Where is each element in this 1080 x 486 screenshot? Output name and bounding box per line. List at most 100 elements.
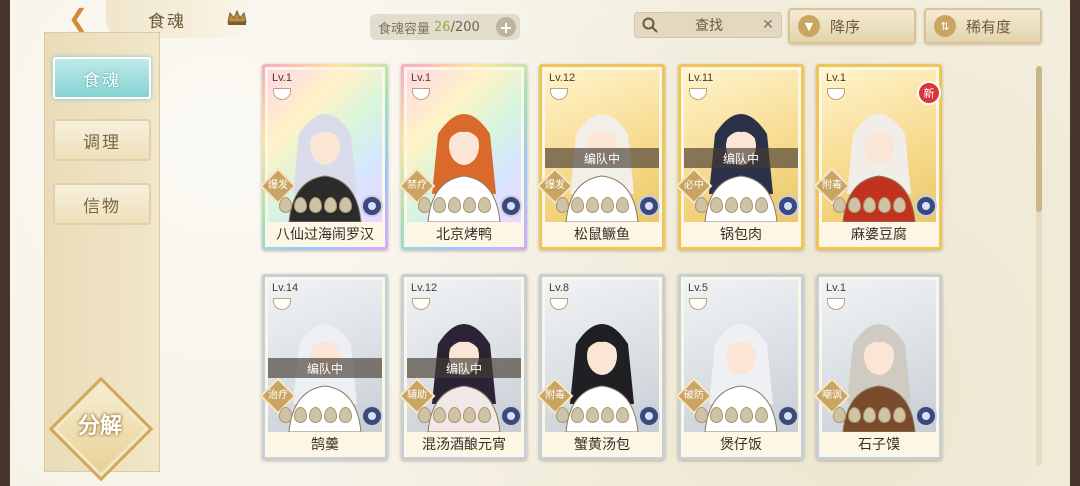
star-icon [478, 407, 491, 423]
decompose-label[interactable]: 分解 [50, 404, 150, 444]
star-icon [463, 407, 476, 423]
food-soul-name: 松鼠鳜鱼 [574, 227, 630, 243]
star-icon [833, 407, 846, 423]
star-rating [418, 407, 491, 423]
new-badge: 新 [917, 81, 941, 105]
flower-icon[interactable] [500, 405, 522, 427]
star-icon [695, 407, 708, 423]
star-icon [418, 197, 431, 213]
level-label: Lv.1 [826, 282, 846, 294]
star-icon [586, 197, 599, 213]
scrollbar-thumb[interactable] [1036, 66, 1042, 212]
game-screen: ❮ 食魂 食魂容量 26 /200 + 查找 ✕ ▼ 降序 ⇅ 稀有度 食魂 调… [0, 0, 1080, 486]
star-rating [695, 407, 768, 423]
food-soul-card[interactable]: Lv.1 禁疗 北京烤鸭 [398, 64, 527, 250]
in-team-tag: 编队中 [684, 148, 798, 168]
food-soul-card[interactable]: Lv.1 嘲讽 石子馍 [813, 274, 942, 460]
sidebar-item-recipes[interactable]: 调理 [53, 119, 151, 161]
capacity-label: 食魂容量 [378, 21, 431, 37]
flower-icon[interactable] [915, 405, 937, 427]
role-label: 辅助 [407, 390, 427, 401]
scrollbar[interactable] [1036, 66, 1042, 466]
star-icon [433, 407, 446, 423]
food-soul-card[interactable]: Lv.1 爆发八仙过海闹罗汉 [259, 64, 388, 250]
star-icon [695, 197, 708, 213]
flower-icon[interactable] [638, 195, 660, 217]
food-soul-card[interactable]: Lv.12 编队中 爆发 松鼠鳜鱼 [536, 64, 665, 250]
flower-icon[interactable] [777, 195, 799, 217]
food-soul-name: 石子馍 [858, 437, 900, 453]
role-label: 禁疗 [407, 180, 427, 191]
star-icon [571, 407, 584, 423]
flower-icon[interactable] [777, 405, 799, 427]
capacity-add-button[interactable]: + [496, 17, 516, 37]
food-soul-card[interactable]: Lv.8 附毒 蟹黄汤包 [536, 274, 665, 460]
level-label: Lv.11 [688, 72, 714, 84]
star-icon [279, 197, 292, 213]
close-icon[interactable]: ✕ [759, 17, 777, 33]
star-icon [339, 407, 352, 423]
in-team-tag: 编队中 [407, 358, 521, 378]
food-soul-card[interactable]: Lv.14 编队中 治疗 鹄羹 [259, 274, 388, 460]
food-soul-card[interactable]: Lv.11 编队中必中锅包肉 [675, 64, 804, 250]
sort-order-button[interactable]: ▼ 降序 [788, 8, 916, 44]
star-icon [893, 197, 906, 213]
star-icon [309, 197, 322, 213]
star-icon [848, 197, 861, 213]
capacity-max: /200 [450, 19, 480, 35]
level-label: Lv.14 [272, 282, 299, 294]
star-icon [616, 197, 629, 213]
star-icon [833, 197, 846, 213]
food-soul-name: 蟹黄汤包 [574, 437, 630, 453]
role-label: 必中 [684, 180, 704, 191]
star-icon [418, 407, 431, 423]
level-label: Lv.5 [688, 282, 708, 294]
flower-icon[interactable] [361, 195, 383, 217]
level-label: Lv.1 [272, 72, 292, 84]
star-icon [478, 197, 491, 213]
search-input[interactable]: 查找 ✕ [634, 12, 782, 38]
star-icon [740, 407, 753, 423]
role-label: 爆发 [545, 180, 565, 191]
level-label: Lv.8 [549, 282, 569, 294]
star-icon [601, 197, 614, 213]
food-soul-name: 锅包肉 [720, 227, 762, 243]
role-label: 爆发 [268, 180, 288, 191]
star-icon [309, 407, 322, 423]
food-soul-card[interactable]: Lv.12 编队中辅助混汤酒酿元宵 [398, 274, 527, 460]
flower-icon[interactable] [638, 405, 660, 427]
sidebar-item-tokens[interactable]: 信物 [53, 183, 151, 225]
star-icon [339, 197, 352, 213]
search-placeholder: 查找 [695, 18, 723, 34]
star-icon [863, 407, 876, 423]
flower-icon[interactable] [500, 195, 522, 217]
star-icon [294, 197, 307, 213]
in-team-tag: 编队中 [268, 358, 382, 378]
level-label: Lv.12 [411, 282, 438, 294]
sidebar-item-food-souls[interactable]: 食魂 [53, 57, 151, 99]
level-label: Lv.1 [411, 72, 431, 84]
food-soul-card[interactable]: Lv.5 破防 煲仔饭 [675, 274, 804, 460]
sort-by-button[interactable]: ⇅ 稀有度 [924, 8, 1042, 44]
food-soul-name: 八仙过海闹罗汉 [276, 227, 374, 243]
food-soul-name: 混汤酒酿元宵 [422, 437, 506, 453]
star-rating [279, 197, 352, 213]
level-label: Lv.1 [826, 72, 846, 84]
back-arrow-icon[interactable]: ❮ [58, 4, 98, 32]
star-icon [463, 197, 476, 213]
star-rating [556, 197, 629, 213]
star-icon [863, 197, 876, 213]
sidebar-item-label: 调理 [83, 132, 121, 153]
sort-order-label: 降序 [830, 17, 861, 36]
role-label: 治疗 [268, 390, 288, 401]
flower-icon[interactable] [361, 405, 383, 427]
food-soul-card[interactable]: Lv.1 新附毒 麻婆豆腐 [813, 64, 942, 250]
sort-arrows-icon: ⇅ [934, 15, 956, 37]
star-icon [710, 407, 723, 423]
sidebar-item-label: 食魂 [83, 70, 121, 91]
star-icon [433, 197, 446, 213]
crown-icon[interactable] [226, 8, 248, 26]
star-icon [710, 197, 723, 213]
star-icon [448, 197, 461, 213]
flower-icon[interactable] [915, 195, 937, 217]
